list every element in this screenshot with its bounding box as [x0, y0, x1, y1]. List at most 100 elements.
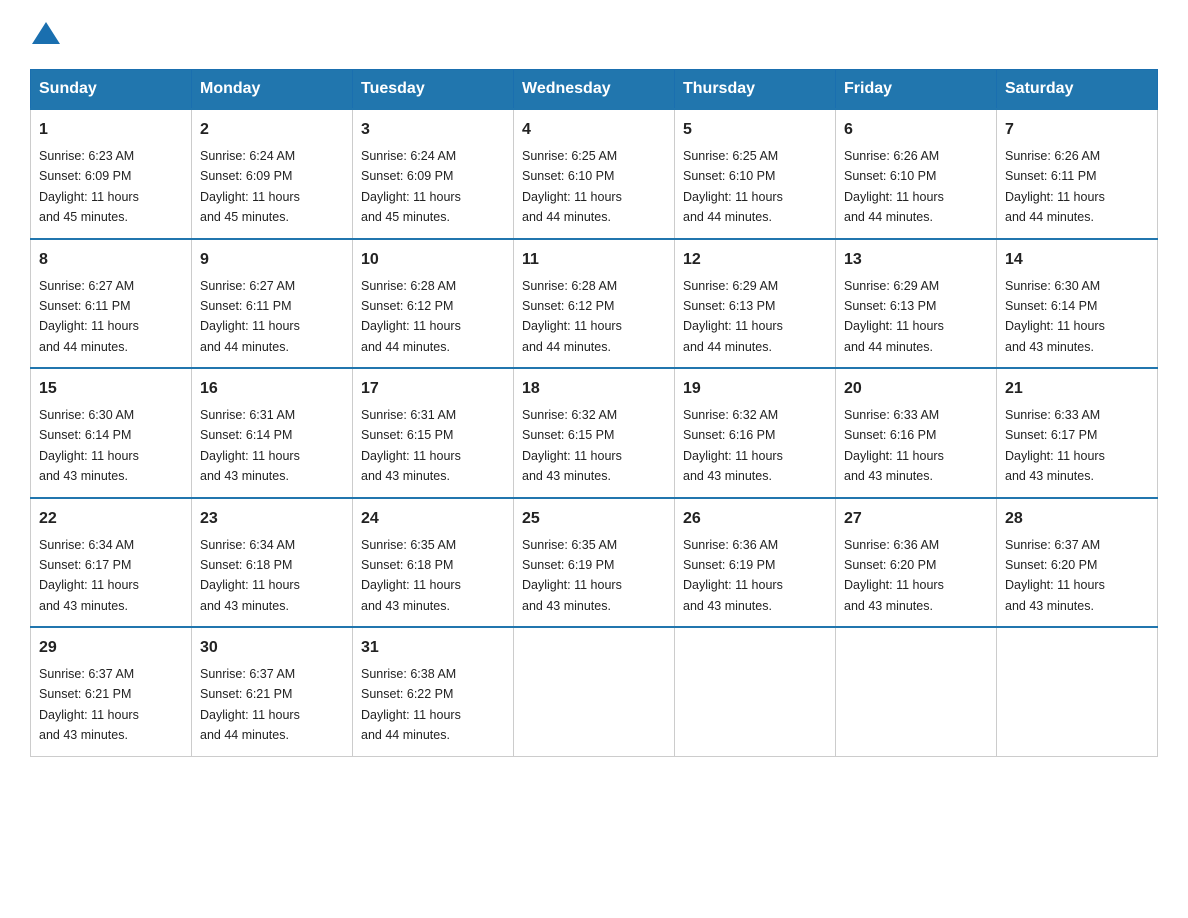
day-cell: 20 Sunrise: 6:33 AMSunset: 6:16 PMDaylig…	[836, 368, 997, 498]
day-number: 19	[683, 377, 827, 401]
day-info: Sunrise: 6:28 AMSunset: 6:12 PMDaylight:…	[522, 279, 622, 354]
day-info: Sunrise: 6:34 AMSunset: 6:17 PMDaylight:…	[39, 538, 139, 613]
day-cell: 29 Sunrise: 6:37 AMSunset: 6:21 PMDaylig…	[31, 627, 192, 756]
day-info: Sunrise: 6:36 AMSunset: 6:20 PMDaylight:…	[844, 538, 944, 613]
day-number: 6	[844, 118, 988, 142]
day-number: 31	[361, 636, 505, 660]
day-info: Sunrise: 6:29 AMSunset: 6:13 PMDaylight:…	[683, 279, 783, 354]
day-info: Sunrise: 6:37 AMSunset: 6:20 PMDaylight:…	[1005, 538, 1105, 613]
day-info: Sunrise: 6:38 AMSunset: 6:22 PMDaylight:…	[361, 667, 461, 742]
day-number: 10	[361, 248, 505, 272]
week-row-4: 22 Sunrise: 6:34 AMSunset: 6:17 PMDaylig…	[31, 498, 1158, 628]
col-header-sunday: Sunday	[31, 70, 192, 110]
day-cell: 13 Sunrise: 6:29 AMSunset: 6:13 PMDaylig…	[836, 239, 997, 369]
day-info: Sunrise: 6:35 AMSunset: 6:19 PMDaylight:…	[522, 538, 622, 613]
day-cell: 16 Sunrise: 6:31 AMSunset: 6:14 PMDaylig…	[192, 368, 353, 498]
calendar-header-row: SundayMondayTuesdayWednesdayThursdayFrid…	[31, 70, 1158, 110]
day-cell: 6 Sunrise: 6:26 AMSunset: 6:10 PMDayligh…	[836, 109, 997, 239]
day-number: 8	[39, 248, 183, 272]
day-info: Sunrise: 6:33 AMSunset: 6:16 PMDaylight:…	[844, 408, 944, 483]
day-number: 11	[522, 248, 666, 272]
day-info: Sunrise: 6:28 AMSunset: 6:12 PMDaylight:…	[361, 279, 461, 354]
logo	[30, 20, 60, 49]
day-number: 13	[844, 248, 988, 272]
day-cell: 28 Sunrise: 6:37 AMSunset: 6:20 PMDaylig…	[997, 498, 1158, 628]
week-row-5: 29 Sunrise: 6:37 AMSunset: 6:21 PMDaylig…	[31, 627, 1158, 756]
day-cell: 25 Sunrise: 6:35 AMSunset: 6:19 PMDaylig…	[514, 498, 675, 628]
col-header-wednesday: Wednesday	[514, 70, 675, 110]
day-number: 30	[200, 636, 344, 660]
day-info: Sunrise: 6:26 AMSunset: 6:11 PMDaylight:…	[1005, 149, 1105, 224]
day-number: 2	[200, 118, 344, 142]
day-cell	[675, 627, 836, 756]
day-number: 14	[1005, 248, 1149, 272]
day-info: Sunrise: 6:27 AMSunset: 6:11 PMDaylight:…	[39, 279, 139, 354]
day-info: Sunrise: 6:34 AMSunset: 6:18 PMDaylight:…	[200, 538, 300, 613]
day-cell: 5 Sunrise: 6:25 AMSunset: 6:10 PMDayligh…	[675, 109, 836, 239]
day-cell: 30 Sunrise: 6:37 AMSunset: 6:21 PMDaylig…	[192, 627, 353, 756]
day-number: 17	[361, 377, 505, 401]
col-header-tuesday: Tuesday	[353, 70, 514, 110]
day-number: 16	[200, 377, 344, 401]
day-number: 15	[39, 377, 183, 401]
day-cell: 4 Sunrise: 6:25 AMSunset: 6:10 PMDayligh…	[514, 109, 675, 239]
day-cell	[514, 627, 675, 756]
day-number: 29	[39, 636, 183, 660]
day-info: Sunrise: 6:37 AMSunset: 6:21 PMDaylight:…	[39, 667, 139, 742]
day-cell: 7 Sunrise: 6:26 AMSunset: 6:11 PMDayligh…	[997, 109, 1158, 239]
day-cell: 24 Sunrise: 6:35 AMSunset: 6:18 PMDaylig…	[353, 498, 514, 628]
day-number: 12	[683, 248, 827, 272]
day-number: 18	[522, 377, 666, 401]
day-number: 23	[200, 507, 344, 531]
day-info: Sunrise: 6:30 AMSunset: 6:14 PMDaylight:…	[39, 408, 139, 483]
day-number: 5	[683, 118, 827, 142]
day-cell: 1 Sunrise: 6:23 AMSunset: 6:09 PMDayligh…	[31, 109, 192, 239]
day-info: Sunrise: 6:35 AMSunset: 6:18 PMDaylight:…	[361, 538, 461, 613]
day-cell: 15 Sunrise: 6:30 AMSunset: 6:14 PMDaylig…	[31, 368, 192, 498]
day-cell	[836, 627, 997, 756]
day-cell: 19 Sunrise: 6:32 AMSunset: 6:16 PMDaylig…	[675, 368, 836, 498]
day-number: 28	[1005, 507, 1149, 531]
day-number: 20	[844, 377, 988, 401]
day-info: Sunrise: 6:37 AMSunset: 6:21 PMDaylight:…	[200, 667, 300, 742]
day-cell: 31 Sunrise: 6:38 AMSunset: 6:22 PMDaylig…	[353, 627, 514, 756]
day-cell: 2 Sunrise: 6:24 AMSunset: 6:09 PMDayligh…	[192, 109, 353, 239]
week-row-3: 15 Sunrise: 6:30 AMSunset: 6:14 PMDaylig…	[31, 368, 1158, 498]
day-number: 4	[522, 118, 666, 142]
day-cell: 21 Sunrise: 6:33 AMSunset: 6:17 PMDaylig…	[997, 368, 1158, 498]
week-row-2: 8 Sunrise: 6:27 AMSunset: 6:11 PMDayligh…	[31, 239, 1158, 369]
day-number: 7	[1005, 118, 1149, 142]
day-number: 21	[1005, 377, 1149, 401]
day-cell: 26 Sunrise: 6:36 AMSunset: 6:19 PMDaylig…	[675, 498, 836, 628]
day-info: Sunrise: 6:29 AMSunset: 6:13 PMDaylight:…	[844, 279, 944, 354]
day-info: Sunrise: 6:25 AMSunset: 6:10 PMDaylight:…	[683, 149, 783, 224]
day-info: Sunrise: 6:24 AMSunset: 6:09 PMDaylight:…	[200, 149, 300, 224]
day-number: 27	[844, 507, 988, 531]
day-cell: 27 Sunrise: 6:36 AMSunset: 6:20 PMDaylig…	[836, 498, 997, 628]
day-cell: 3 Sunrise: 6:24 AMSunset: 6:09 PMDayligh…	[353, 109, 514, 239]
day-info: Sunrise: 6:33 AMSunset: 6:17 PMDaylight:…	[1005, 408, 1105, 483]
calendar-table: SundayMondayTuesdayWednesdayThursdayFrid…	[30, 69, 1158, 757]
logo-triangle-icon	[32, 20, 60, 44]
day-info: Sunrise: 6:32 AMSunset: 6:16 PMDaylight:…	[683, 408, 783, 483]
day-cell: 23 Sunrise: 6:34 AMSunset: 6:18 PMDaylig…	[192, 498, 353, 628]
day-cell: 10 Sunrise: 6:28 AMSunset: 6:12 PMDaylig…	[353, 239, 514, 369]
col-header-thursday: Thursday	[675, 70, 836, 110]
col-header-saturday: Saturday	[997, 70, 1158, 110]
day-cell: 8 Sunrise: 6:27 AMSunset: 6:11 PMDayligh…	[31, 239, 192, 369]
page-header	[30, 20, 1158, 49]
week-row-1: 1 Sunrise: 6:23 AMSunset: 6:09 PMDayligh…	[31, 109, 1158, 239]
day-cell: 14 Sunrise: 6:30 AMSunset: 6:14 PMDaylig…	[997, 239, 1158, 369]
col-header-monday: Monday	[192, 70, 353, 110]
day-cell: 18 Sunrise: 6:32 AMSunset: 6:15 PMDaylig…	[514, 368, 675, 498]
day-number: 24	[361, 507, 505, 531]
day-number: 1	[39, 118, 183, 142]
day-info: Sunrise: 6:26 AMSunset: 6:10 PMDaylight:…	[844, 149, 944, 224]
day-number: 3	[361, 118, 505, 142]
day-info: Sunrise: 6:31 AMSunset: 6:15 PMDaylight:…	[361, 408, 461, 483]
day-number: 26	[683, 507, 827, 531]
day-info: Sunrise: 6:30 AMSunset: 6:14 PMDaylight:…	[1005, 279, 1105, 354]
day-number: 25	[522, 507, 666, 531]
day-number: 9	[200, 248, 344, 272]
day-cell	[997, 627, 1158, 756]
